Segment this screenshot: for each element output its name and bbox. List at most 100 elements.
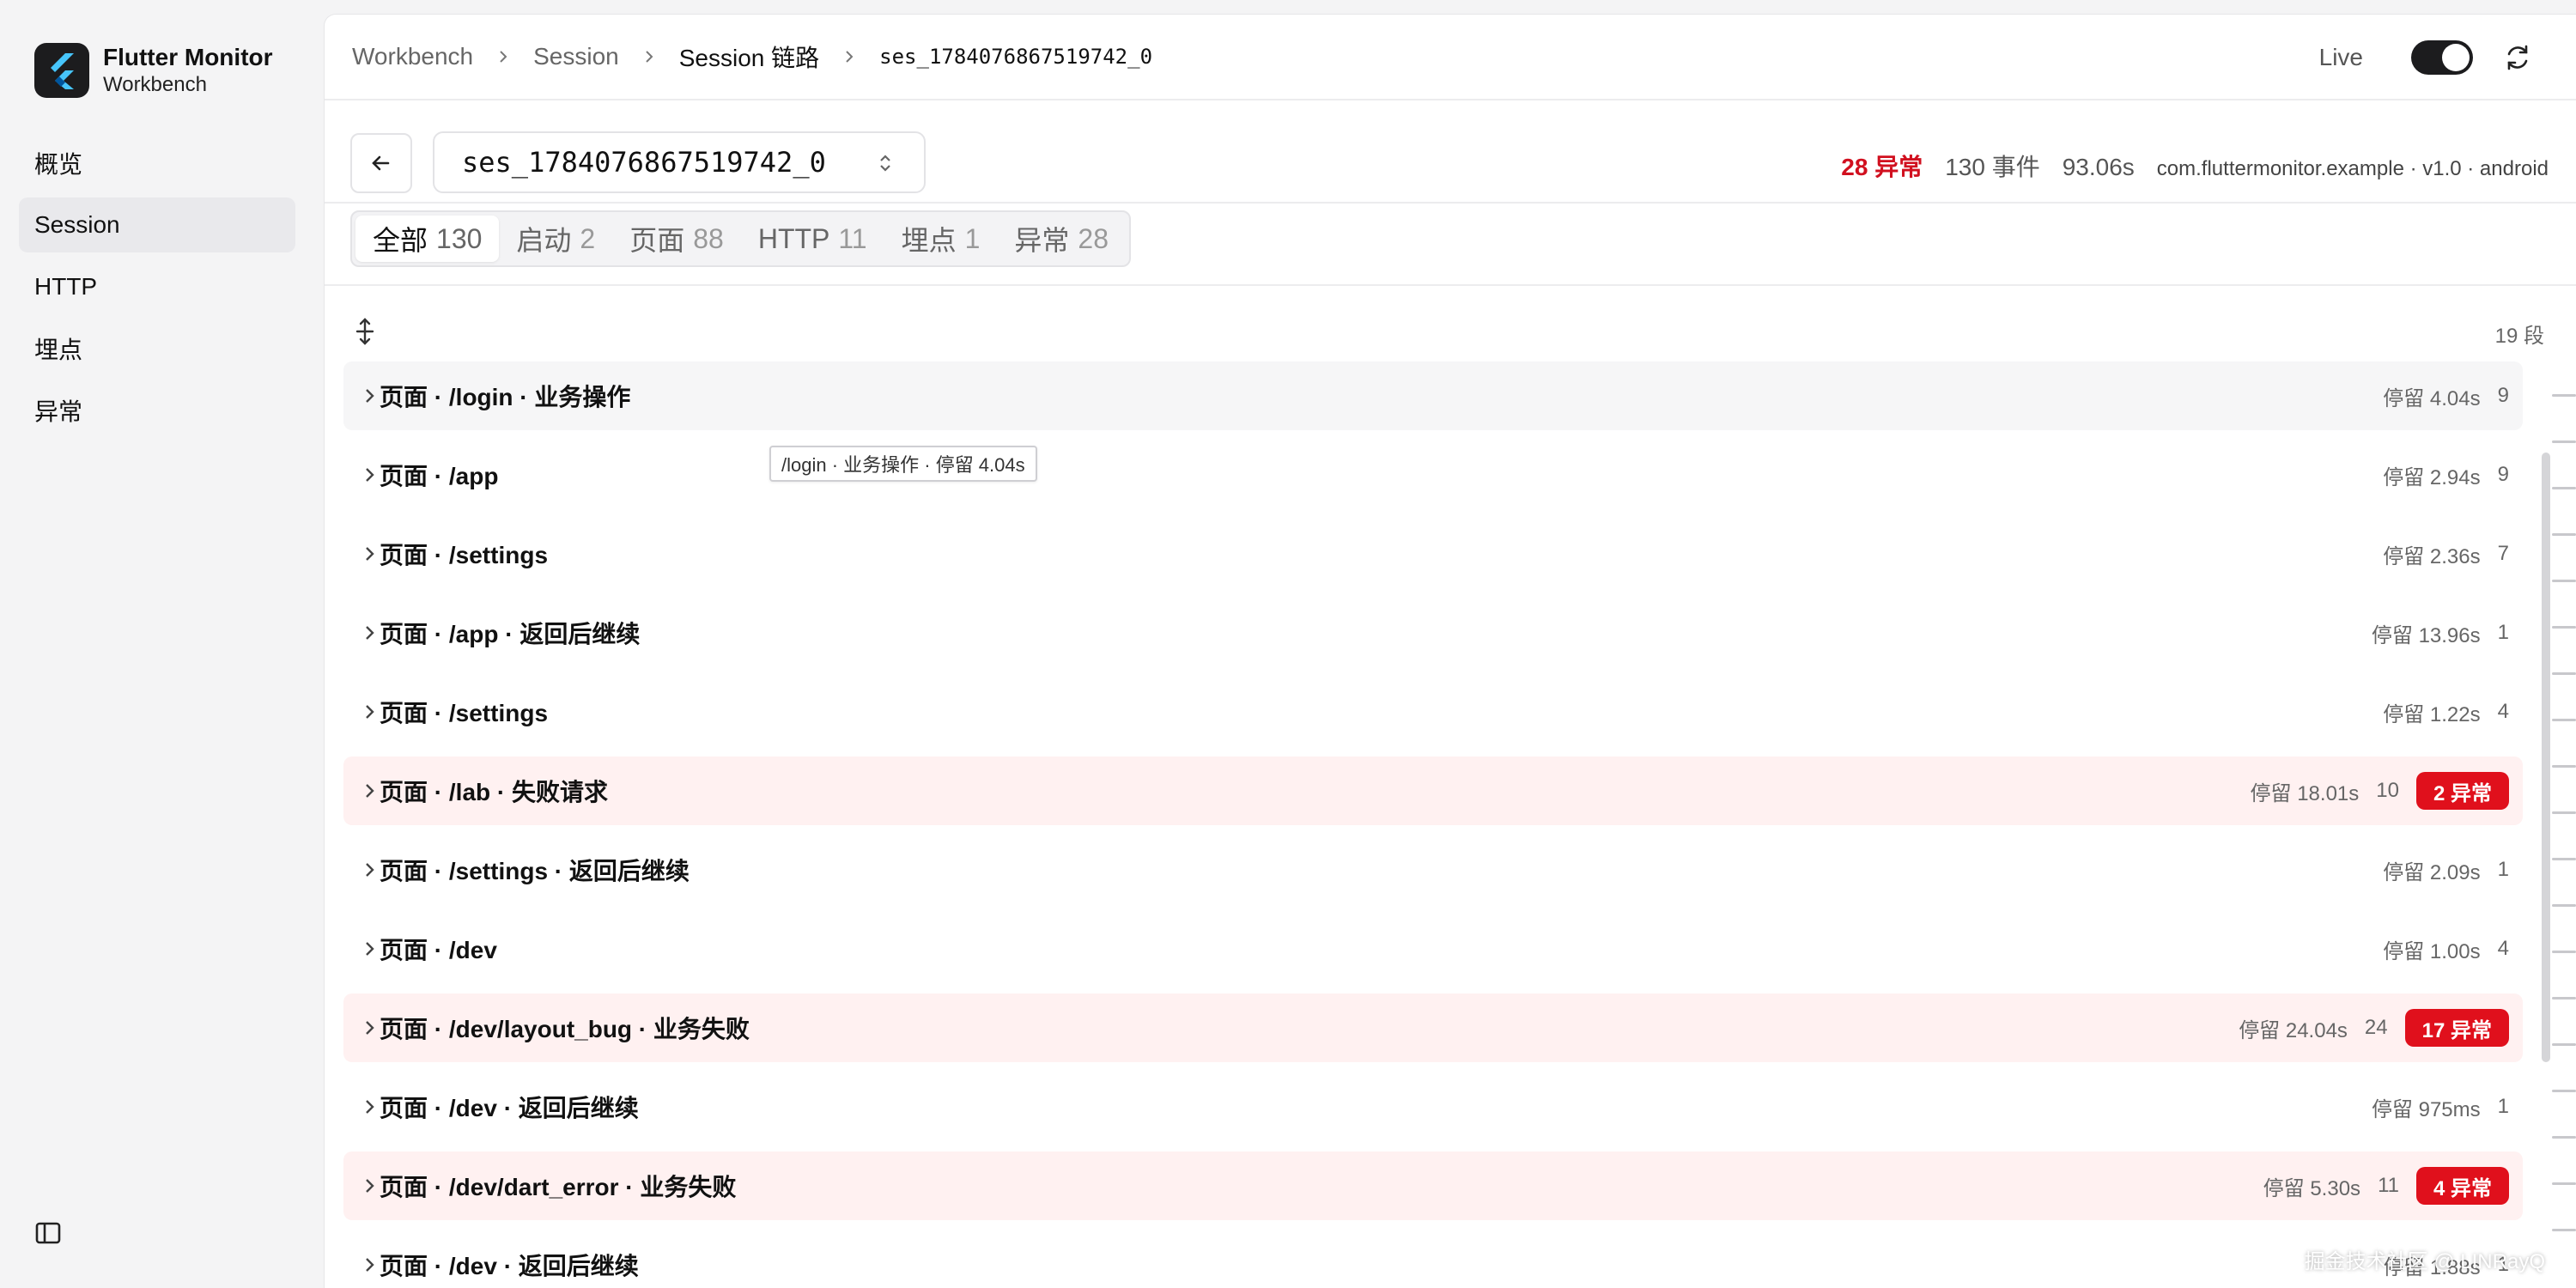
sidebar-item-overview[interactable]: 概览 <box>19 136 295 191</box>
minimap-tick <box>2552 1136 2576 1139</box>
minimap-tick <box>2552 1043 2576 1046</box>
segment-row[interactable]: 页面 · /lab · 失败请求 停留 18.01s 10 2 异常 <box>343 756 2523 825</box>
sidebar-item-session[interactable]: Session <box>19 197 295 252</box>
session-duration: 93.06s <box>2062 154 2135 180</box>
chevron-right-icon <box>497 51 509 63</box>
breadcrumb-workbench[interactable]: Workbench <box>352 43 473 70</box>
sidebar-item-tracking[interactable]: 埋点 <box>19 321 295 376</box>
session-bar: ses_1784076867519742_0 28 异常 130 事件 93.0… <box>325 100 2576 204</box>
sidebar-item-http[interactable]: HTTP <box>19 259 295 314</box>
topbar-actions: Live <box>2319 15 2533 100</box>
minimap-tick <box>2552 811 2576 814</box>
segment-row[interactable]: 页面 · /dev/dart_error · 业务失败 停留 5.30s 11 4 异… <box>343 1151 2523 1220</box>
segment-meta: 停留 13.96s 1 <box>2372 618 2509 648</box>
chevron-right-icon[interactable] <box>359 544 380 564</box>
filter-tab-errors[interactable]: 异常 28 <box>997 216 1126 262</box>
chevron-right-icon[interactable] <box>359 1018 380 1038</box>
minimap-tick <box>2552 997 2576 999</box>
segment-title: 页面 · /settings · 返回后继续 <box>380 858 690 884</box>
filter-tab-launch[interactable]: 启动 2 <box>499 216 612 262</box>
segment-row[interactable]: 页面 · /app · 返回后继续 停留 13.96s 1 <box>343 598 2523 667</box>
segment-row[interactable]: 页面 · /dev · 返回后继续 停留 1.88s 1 <box>343 1230 2523 1288</box>
back-button[interactable] <box>350 133 412 193</box>
arrow-left-icon <box>372 155 390 171</box>
filter-tab-all[interactable]: 全部 130 <box>355 216 500 262</box>
filter-tab-label: HTTP <box>757 222 830 254</box>
segment-minimap[interactable] <box>2550 375 2576 1285</box>
chevron-right-icon[interactable] <box>359 1255 380 1275</box>
segment-title: 页面 · /settings <box>380 542 549 568</box>
chevron-right-icon[interactable] <box>359 939 380 959</box>
segment-title: 页面 · /dev/layout_bug · 业务失败 <box>380 1016 750 1042</box>
segment-list: 页面 · /login · 业务操作 停留 4.04s 9 页面 · /app 停留 2… <box>343 361 2523 1288</box>
chevron-right-icon[interactable] <box>359 465 380 485</box>
segment-title: 页面 · /dev · 返回后继续 <box>380 1095 639 1121</box>
minimap-tick <box>2552 487 2576 489</box>
segment-duration: 停留 975ms <box>2371 1097 2481 1121</box>
flutter-logo-icon <box>34 43 89 98</box>
session-select[interactable]: ses_1784076867519742_0 <box>433 131 926 193</box>
filter-tab-http[interactable]: HTTP 11 <box>741 216 884 262</box>
chevron-right-icon <box>643 51 655 63</box>
filter-tab-label: 埋点 <box>901 225 957 256</box>
minimap-tick <box>2552 904 2576 907</box>
brand-title: Flutter Monitor <box>103 44 273 70</box>
segment-row[interactable]: 页面 · /settings 停留 2.36s 7 <box>343 519 2523 588</box>
segment-meta: 停留 1.00s 4 <box>2383 934 2509 964</box>
chevron-right-icon[interactable] <box>359 623 380 643</box>
brand[interactable]: Flutter Monitor Workbench <box>34 43 273 98</box>
segment-row[interactable]: 页面 · /settings · 返回后继续 停留 2.09s 1 <box>343 835 2523 904</box>
segment-event-count: 1 <box>2497 858 2509 881</box>
filter-tab-tracking[interactable]: 埋点 1 <box>884 216 998 262</box>
filter-tab-page[interactable]: 页面 88 <box>612 216 741 262</box>
segment-row[interactable]: 页面 · /dev 停留 1.00s 4 <box>343 914 2523 983</box>
minimap-tick <box>2552 394 2576 397</box>
sidebar-item-errors[interactable]: 异常 <box>19 383 295 438</box>
chevron-right-icon[interactable] <box>359 860 380 880</box>
list-scrollbar[interactable] <box>2542 453 2550 1062</box>
minimap-tick <box>2552 1182 2576 1185</box>
refresh-icon[interactable] <box>2502 42 2533 73</box>
segment-event-count: 10 <box>2376 779 2399 802</box>
segment-duration: 停留 1.00s <box>2383 939 2481 963</box>
segment-row[interactable]: 页面 · /dev · 返回后继续 停留 975ms 1 <box>343 1072 2523 1141</box>
breadcrumb-session-trace[interactable]: Session 链路 <box>679 39 819 74</box>
segment-row[interactable]: 页面 · /app 停留 2.94s 9 <box>343 440 2523 509</box>
brand-subtitle: Workbench <box>103 73 207 96</box>
minimap-tick <box>2552 719 2576 721</box>
chevron-right-icon[interactable] <box>359 386 380 406</box>
segment-duration: 停留 4.04s <box>2383 386 2481 410</box>
chevron-right-icon[interactable] <box>359 702 380 722</box>
segment-event-count: 24 <box>2364 1016 2388 1039</box>
breadcrumb: Workbench Session Session 链路 ses_1784076… <box>352 39 1152 74</box>
expand-collapse-all-icon[interactable] <box>350 317 380 346</box>
segment-title: 页面 · /app <box>380 463 499 489</box>
segment-event-count: 9 <box>2497 384 2509 407</box>
live-toggle[interactable] <box>2411 40 2473 75</box>
minimap-tick <box>2552 626 2576 629</box>
segment-row[interactable]: 页面 · /settings 停留 1.22s 4 <box>343 677 2523 746</box>
segment-duration: 停留 18.01s <box>2250 781 2360 805</box>
error-badge: 4 异常 <box>2415 1167 2509 1205</box>
segment-meta: 停留 4.04s 9 <box>2383 381 2509 411</box>
segment-event-count: 4 <box>2497 700 2509 723</box>
segment-event-count: 7 <box>2497 542 2509 565</box>
segment-event-count: 11 <box>2378 1174 2399 1197</box>
chevron-right-icon[interactable] <box>359 781 380 801</box>
filter-tab-label: 异常 <box>1014 225 1070 256</box>
sidebar-toggle-icon[interactable] <box>34 1219 62 1247</box>
segment-duration: 停留 2.36s <box>2383 544 2481 568</box>
session-error-count: 28 异常 <box>1841 154 1923 180</box>
chevron-right-icon[interactable] <box>359 1176 380 1196</box>
chevron-right-icon[interactable] <box>359 1097 380 1117</box>
minimap-tick <box>2552 858 2576 860</box>
segment-duration: 停留 13.96s <box>2371 623 2481 647</box>
session-event-count: 130 事件 <box>1945 154 2040 180</box>
breadcrumb-session[interactable]: Session <box>533 43 619 70</box>
filter-tab-label: 全部 <box>373 225 428 256</box>
segment-row[interactable]: 页面 · /login · 业务操作 停留 4.04s 9 <box>343 361 2523 430</box>
filter-tab-count: 11 <box>838 222 867 254</box>
breadcrumb-session-id: ses_1784076867519742_0 <box>879 45 1153 69</box>
segment-row[interactable]: 页面 · /dev/layout_bug · 业务失败 停留 24.04s 24 17… <box>343 993 2523 1062</box>
segment-meta: 停留 1.22s 4 <box>2383 697 2509 727</box>
